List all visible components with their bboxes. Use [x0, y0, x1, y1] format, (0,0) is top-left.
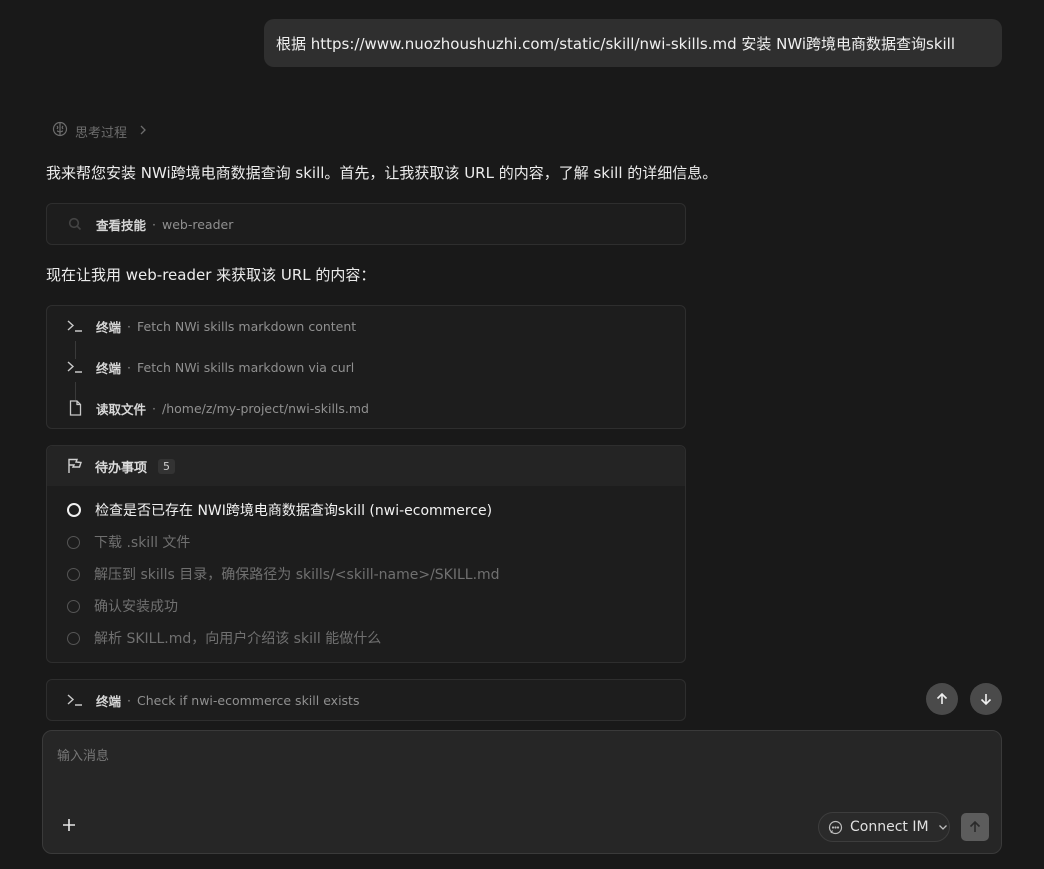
arrow-down-icon	[979, 692, 993, 706]
todo-item[interactable]: 检查是否已存在 NWI跨境电商数据查询skill (nwi-ecommerce)	[67, 500, 492, 520]
tool-separator: ·	[127, 318, 131, 334]
thinking-label: 思考过程	[75, 125, 128, 141]
chat-bubble-icon	[828, 820, 843, 835]
arrow-up-icon	[968, 820, 982, 834]
tool-call-card[interactable]: 终端 · Check if nwi-ecommerce skill exists	[46, 679, 686, 721]
thinking-toggle[interactable]: 思考过程	[52, 121, 148, 141]
tool-title: 查看技能	[96, 217, 147, 233]
tool-detail: /home/z/my-project/nwi-skills.md	[162, 400, 369, 416]
tool-title: 终端	[96, 693, 122, 709]
tool-title: 终端	[96, 360, 122, 376]
chevron-right-icon	[138, 124, 148, 139]
connect-im-label: Connect IM	[850, 819, 929, 835]
add-attachment-button[interactable]	[61, 817, 77, 833]
todo-item-text: 检查是否已存在 NWI跨境电商数据查询skill (nwi-ecommerce)	[95, 503, 493, 519]
chevron-down-icon	[938, 822, 948, 832]
flag-icon	[67, 458, 83, 474]
skill-tool-card[interactable]: 查看技能 · web-reader	[46, 203, 686, 245]
tool-calls-card: 终端 · Fetch NWi skills markdown content 终…	[46, 305, 686, 429]
todo-item-text: 解析 SKILL.md，向用户介绍该 skill 能做什么	[94, 631, 382, 647]
user-message-text: 根据 https://www.nuozhoushuzhi.com/static/…	[276, 34, 956, 53]
todo-item[interactable]: 下载 .skill 文件	[67, 532, 190, 552]
tool-call-row[interactable]: 终端 · Fetch NWi skills markdown via curl	[67, 357, 354, 377]
arrow-up-icon	[935, 692, 949, 706]
tool-detail: Fetch NWi skills markdown via curl	[137, 359, 355, 375]
todo-count-badge: 5	[158, 458, 176, 474]
tool-separator: ·	[152, 400, 156, 416]
in-progress-circle-icon	[67, 503, 81, 517]
scroll-down-button[interactable]	[970, 683, 1002, 715]
pending-circle-icon	[67, 567, 80, 581]
todo-item[interactable]: 确认安装成功	[67, 596, 178, 616]
todo-item[interactable]: 解析 SKILL.md，向用户介绍该 skill 能做什么	[67, 628, 381, 648]
tool-detail: Check if nwi-ecommerce skill exists	[137, 692, 360, 708]
message-composer: Connect IM	[42, 730, 1002, 854]
terminal-icon	[67, 692, 83, 708]
terminal-icon	[67, 359, 83, 375]
scroll-up-button[interactable]	[926, 683, 958, 715]
send-button[interactable]	[961, 813, 989, 841]
tool-title: 终端	[96, 319, 122, 335]
terminal-icon	[67, 318, 83, 334]
pending-circle-icon	[67, 631, 80, 645]
tool-separator: ·	[152, 216, 156, 232]
pending-circle-icon	[67, 535, 80, 549]
pending-circle-icon	[67, 599, 80, 613]
todo-item-text: 确认安装成功	[94, 599, 178, 615]
plus-icon	[63, 819, 75, 831]
tool-separator: ·	[127, 692, 131, 708]
assistant-intro-text: 我来帮您安装 NWi跨境电商数据查询 skill。首先，让我获取该 URL 的内…	[46, 164, 718, 182]
tool-separator: ·	[127, 359, 131, 375]
todo-title: 待办事项	[95, 460, 148, 476]
todo-item[interactable]: 解压到 skills 目录，确保路径为 skills/<skill-name>/…	[67, 564, 500, 584]
tool-detail: web-reader	[162, 216, 234, 232]
connect-im-button[interactable]: Connect IM	[818, 812, 950, 842]
tool-call-row[interactable]: 终端 · Fetch NWi skills markdown content	[67, 316, 356, 336]
tool-detail: Fetch NWi skills markdown content	[137, 318, 357, 334]
search-icon	[67, 216, 83, 232]
todo-item-text: 下载 .skill 文件	[94, 535, 191, 551]
user-message-bubble: 根据 https://www.nuozhoushuzhi.com/static/…	[264, 19, 1002, 67]
assistant-followup-text: 现在让我用 web-reader 来获取该 URL 的内容：	[46, 266, 376, 284]
message-input[interactable]	[55, 743, 959, 787]
todo-card: 待办事项 5 检查是否已存在 NWI跨境电商数据查询skill (nwi-eco…	[46, 445, 686, 663]
todo-item-text: 解压到 skills 目录，确保路径为 skills/<skill-name>/…	[94, 567, 500, 583]
todo-header[interactable]: 待办事项 5	[47, 446, 685, 486]
tool-title: 读取文件	[96, 401, 147, 417]
brain-icon	[52, 121, 68, 141]
tool-call-row[interactable]: 读取文件 · /home/z/my-project/nwi-skills.md	[67, 398, 369, 418]
file-icon	[67, 400, 83, 416]
